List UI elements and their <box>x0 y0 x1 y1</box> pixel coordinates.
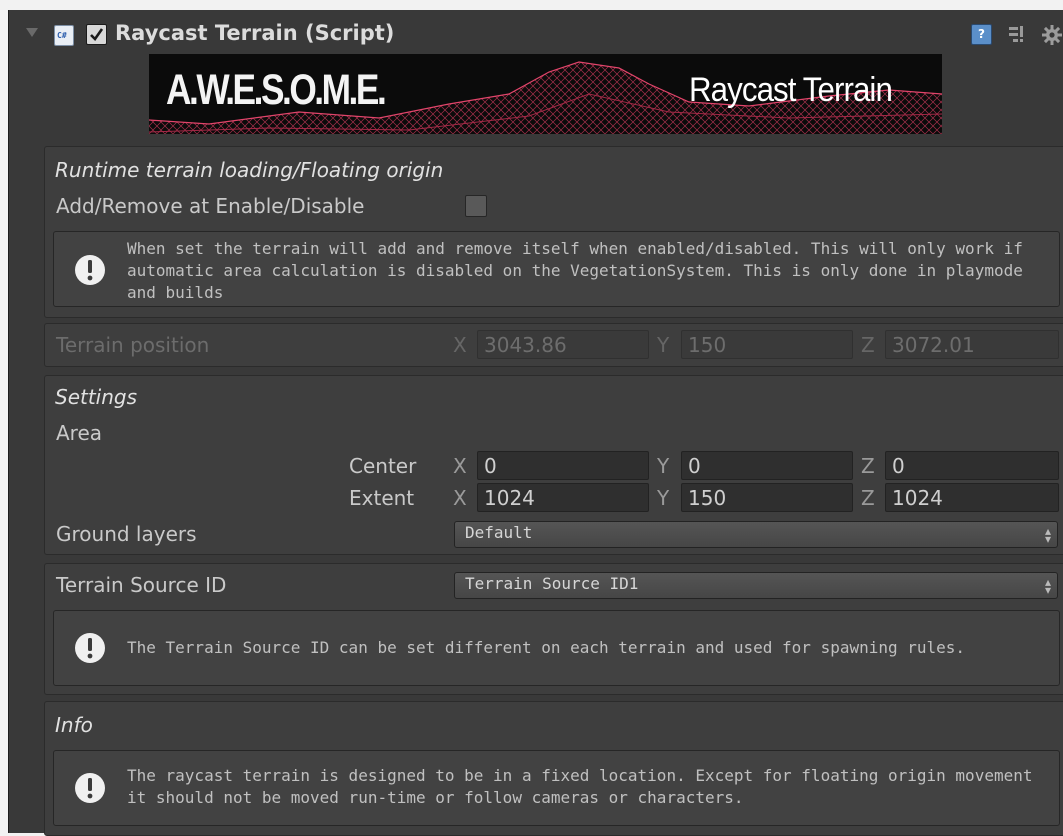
gear-icon[interactable] <box>1041 24 1063 46</box>
dropdown-arrows-icon: ▴ ▾ <box>1044 524 1051 546</box>
help-book-icon[interactable]: ? <box>971 24 992 45</box>
settings-section: Settings Area Center X 0 Y 0 Z 0 Extent … <box>44 375 1063 555</box>
extent-x-field[interactable]: 1024 <box>477 483 649 512</box>
banner-awesome-text: A.W.E.S.O.M.E. <box>166 66 387 114</box>
inspector-panel: C# Raycast Terrain (Script) ? A.W.E.S.O.… <box>8 10 1063 836</box>
center-z-field[interactable]: 0 <box>885 451 1059 480</box>
dropdown-arrows-icon: ▴ ▾ <box>1044 575 1051 597</box>
position-z-field: 3072.01 <box>885 330 1059 359</box>
awesome-banner-logo: A.W.E.S.O.M.E. Raycast Terrain <box>149 54 942 134</box>
settings-heading: Settings <box>55 385 138 409</box>
center-z-label: Z <box>861 454 875 478</box>
add-remove-label: Add/Remove at Enable/Disable <box>56 194 365 218</box>
info-help-box: The raycast terrain is designed to be in… <box>53 750 1060 826</box>
info-exclamation-icon <box>75 255 105 285</box>
ground-layers-value: Default <box>465 523 533 542</box>
extent-x-label: X <box>453 486 467 510</box>
add-remove-toggle[interactable] <box>465 195 487 217</box>
terrain-source-value: Terrain Source ID1 <box>465 574 639 593</box>
terrain-source-label: Terrain Source ID <box>56 573 227 597</box>
center-label: Center <box>349 454 417 478</box>
component-header: C# Raycast Terrain (Script) ? <box>9 10 1063 58</box>
info-exclamation-icon <box>75 633 105 663</box>
extent-y-field[interactable]: 150 <box>681 483 853 512</box>
component-title: Raycast Terrain (Script) <box>115 21 395 45</box>
runtime-help-text: When set the terrain will add and remove… <box>127 239 1023 302</box>
terrain-source-section: Terrain Source ID Terrain Source ID1 ▴ ▾ … <box>44 563 1063 695</box>
center-y-field[interactable]: 0 <box>681 451 853 480</box>
ground-layers-label: Ground layers <box>56 522 197 546</box>
extent-label: Extent <box>349 486 415 510</box>
presets-icon[interactable] <box>1007 24 1027 44</box>
terrain-source-help-text: The Terrain Source ID can be set differe… <box>127 638 966 657</box>
terrain-position-section: Terrain position X 3043.86 Y 150 Z 3072.… <box>44 323 1063 367</box>
info-exclamation-icon <box>75 773 105 803</box>
info-heading: Info <box>55 713 93 737</box>
runtime-loading-section: Runtime terrain loading/Floating origin … <box>44 146 1063 318</box>
runtime-heading: Runtime terrain loading/Floating origin <box>55 158 444 182</box>
info-section: Info The raycast terrain is designed to … <box>44 701 1063 836</box>
center-x-field[interactable]: 0 <box>477 451 649 480</box>
terrain-source-dropdown[interactable]: Terrain Source ID1 ▴ ▾ <box>454 572 1058 599</box>
position-y-field: 150 <box>681 330 853 359</box>
extent-z-label: Z <box>861 486 875 510</box>
runtime-help-box: When set the terrain will add and remove… <box>53 231 1060 307</box>
terrain-position-label: Terrain position <box>56 333 210 357</box>
component-enabled-checkbox[interactable] <box>86 24 107 45</box>
position-z-label: Z <box>861 333 875 357</box>
csharp-script-icon: C# <box>54 25 74 46</box>
area-label: Area <box>56 421 103 445</box>
center-x-label: X <box>453 454 467 478</box>
position-y-label: Y <box>657 333 670 357</box>
foldout-arrow-icon[interactable] <box>26 28 38 37</box>
center-y-label: Y <box>657 454 670 478</box>
extent-y-label: Y <box>657 486 670 510</box>
terrain-source-help-box: The Terrain Source ID can be set differe… <box>53 610 1060 686</box>
ground-layers-dropdown[interactable]: Default ▴ ▾ <box>454 521 1058 548</box>
extent-z-field[interactable]: 1024 <box>885 483 1059 512</box>
banner-product-text: Raycast Terrain <box>689 71 893 109</box>
info-help-text: The raycast terrain is designed to be in… <box>127 766 1033 807</box>
position-x-label: X <box>453 333 467 357</box>
checkmark-icon <box>90 28 104 42</box>
position-x-field: 3043.86 <box>477 330 649 359</box>
